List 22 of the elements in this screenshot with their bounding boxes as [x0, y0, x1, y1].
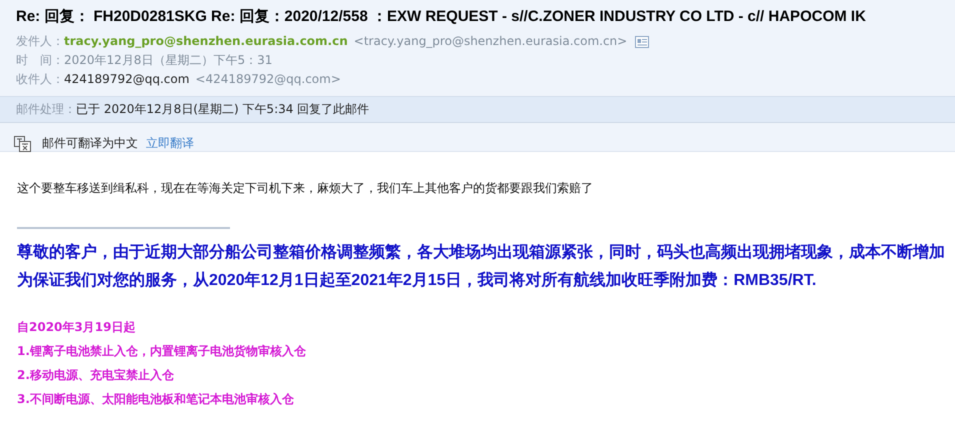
email-subject: Re: 回复： FH20D0281SKG Re: 回复：2020/12/558 ：EXW REQUEST - s//C.ZONER INDUSTRY CO LTD - c// HAPOCOM IK [15, 7, 867, 27]
rule-text: 3.不间断电源、太阳能电池板和笔记本电池审核入仓 [17, 391, 295, 408]
notice-text: 为保证我们对您的服务，从2020年12月1日起至2021年2月15日，我司将对所有航线加收旺季附加费：RMB35/RT. [17, 270, 818, 291]
sender-name[interactable]: tracy.yang_pro@shenzhen.eurasia.com.cn [64, 32, 348, 51]
field-label: 时 间： [16, 52, 64, 69]
translate-link[interactable]: 立即翻译 [146, 135, 194, 152]
sender-address: <tracy.yang_pro@shenzhen.eurasia.com.cn> [354, 33, 628, 50]
field-label: 发件人： [16, 33, 64, 50]
recipient-name[interactable]: 424189792@qq.com [64, 70, 190, 89]
time-value: 2020年12月8日（星期二）下午5：31 [64, 52, 272, 69]
rule-text: 2.移动电源、充电宝禁止入仓 [17, 367, 175, 384]
body-text: 这个要整车移送到缉私科，现在在等海关定下司机下来，麻烦大了，我们车上其他客户的货都要跟我们索赔了 [17, 180, 594, 197]
status-text: 已于 2020年12月8日(星期二) 下午5:34 回复了此邮件 [76, 102, 370, 116]
recipient-address: <424189792@qq.com> [195, 71, 341, 88]
translate-hint: 邮件可翻译为中文 [42, 135, 138, 152]
field-label: 邮件处理： [16, 102, 76, 116]
notice-text: 尊敬的客户，由于近期大部分船公司整箱价格调整频繁，各大堆场均出现箱源紧张，同时，码头也高频出现拥堵现象，成本不断增加 [17, 242, 946, 263]
rule-text: 自2020年3月19日起 [17, 319, 136, 336]
translate-icon [14, 136, 32, 152]
contact-card-icon[interactable] [635, 36, 650, 48]
field-label: 收件人： [16, 71, 64, 88]
rule-text: 1.锂离子电池禁止入仓，内置锂离子电池货物审核入仓 [17, 343, 307, 360]
